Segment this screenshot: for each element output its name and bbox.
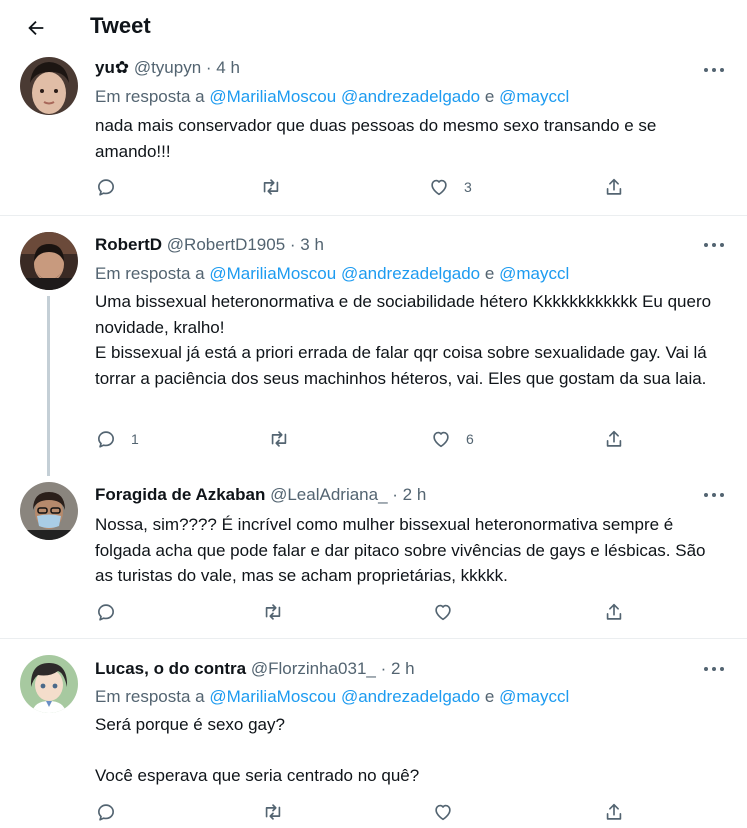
share-button[interactable]	[603, 427, 625, 451]
mention-link[interactable]: @mayccl	[499, 264, 569, 283]
share-icon	[606, 603, 622, 620]
like-button[interactable]	[432, 600, 468, 624]
tweet-time[interactable]: · 4 h	[206, 58, 240, 77]
avatar[interactable]	[20, 57, 78, 115]
author-name[interactable]: RobertD	[95, 235, 162, 254]
share-icon	[606, 178, 622, 195]
mention-link[interactable]: @MariliaMoscou	[209, 264, 336, 283]
more-button[interactable]	[702, 662, 726, 676]
author-handle[interactable]: @tyupyn	[134, 58, 201, 77]
avatar[interactable]	[20, 482, 78, 540]
reply-button[interactable]	[95, 800, 131, 824]
reply-button[interactable]	[95, 175, 131, 199]
like-button[interactable]	[432, 800, 468, 824]
author-name[interactable]: yu✿	[95, 58, 129, 77]
back-button[interactable]	[20, 12, 52, 44]
mention-link[interactable]: @andrezadelgado	[341, 264, 480, 283]
heart-icon	[433, 431, 449, 448]
heart-icon	[435, 804, 451, 821]
author-handle[interactable]: @LealAdriana_	[270, 485, 387, 504]
tweet-actions	[0, 800, 747, 824]
more-icon	[704, 68, 708, 72]
top-bar: Tweet	[0, 0, 747, 54]
retweet-icon	[265, 604, 281, 620]
reply-context: Em resposta a @MariliaMoscou @andrezadel…	[95, 87, 570, 106]
reply-button[interactable]: 1	[95, 427, 139, 451]
retweet-button[interactable]	[262, 600, 298, 624]
tweet-header: Foragida de Azkaban @LealAdriana_ · 2 h	[95, 485, 426, 505]
avatar[interactable]	[20, 655, 78, 713]
reply-icon	[98, 179, 114, 196]
more-button[interactable]	[702, 488, 726, 502]
retweet-button[interactable]	[260, 175, 296, 199]
divider	[0, 215, 747, 216]
tweet-header: Lucas, o do contra @Florzinha031_ · 2 h	[95, 659, 415, 679]
mention-link[interactable]: @MariliaMoscou	[209, 687, 336, 706]
author-name[interactable]: Foragida de Azkaban	[95, 485, 265, 504]
more-icon	[704, 493, 708, 497]
page-title: Tweet	[90, 13, 151, 38]
mention-link[interactable]: @andrezadelgado	[341, 687, 480, 706]
reply-button[interactable]	[95, 600, 131, 624]
reply-count: 1	[131, 431, 139, 447]
more-button[interactable]	[702, 63, 726, 77]
tweet-header: RobertD @RobertD1905 · 3 h	[95, 235, 324, 255]
mention-link[interactable]: @MariliaMoscou	[209, 87, 336, 106]
heart-icon	[431, 179, 447, 196]
mention-link[interactable]: @mayccl	[499, 87, 569, 106]
share-icon	[606, 430, 622, 447]
like-count: 6	[466, 431, 474, 447]
tweet-text: Será porque é sexo gay? Você esperava qu…	[95, 715, 420, 785]
retweet-button[interactable]	[262, 800, 298, 824]
like-button[interactable]: 6	[430, 427, 474, 451]
tweet-text: Nossa, sim???? É incrível como mulher bi…	[95, 515, 711, 585]
retweet-icon	[263, 179, 279, 195]
arrow-left-icon	[28, 20, 44, 36]
tweet-header: yu✿ @tyupyn · 4 h	[95, 58, 240, 78]
avatar[interactable]	[20, 232, 78, 290]
mention-link[interactable]: @andrezadelgado	[341, 87, 480, 106]
share-icon	[606, 803, 622, 820]
more-icon	[704, 667, 708, 671]
reply-icon	[98, 431, 114, 448]
tweet-time[interactable]: · 2 h	[381, 659, 415, 678]
reply-context: Em resposta a @MariliaMoscou @andrezadel…	[95, 687, 570, 706]
share-button[interactable]	[603, 600, 625, 624]
share-button[interactable]	[603, 800, 625, 824]
tweet-actions	[0, 600, 747, 624]
like-button[interactable]: 3	[428, 175, 472, 199]
retweet-button[interactable]	[268, 427, 304, 451]
tweet-time[interactable]: · 3 h	[290, 235, 324, 254]
retweet-icon	[271, 431, 287, 447]
author-name[interactable]: Lucas, o do contra	[95, 659, 246, 678]
reply-context: Em resposta a @MariliaMoscou @andrezadel…	[95, 264, 570, 283]
mention-link[interactable]: @mayccl	[499, 687, 569, 706]
more-button[interactable]	[702, 238, 726, 252]
like-count: 3	[464, 179, 472, 195]
heart-icon	[435, 604, 451, 621]
author-handle[interactable]: @Florzinha031_	[251, 659, 376, 678]
reply-icon	[98, 604, 114, 621]
author-handle[interactable]: @RobertD1905	[167, 235, 285, 254]
divider	[0, 638, 747, 639]
retweet-icon	[265, 804, 281, 820]
reply-icon	[98, 804, 114, 821]
tweet-text: nada mais conservador que duas pessoas d…	[95, 116, 662, 161]
tweet-actions: 1 6	[0, 427, 747, 451]
tweet-time[interactable]: · 2 h	[392, 485, 426, 504]
tweet-text: Uma bissexual heteronormativa e de socia…	[95, 292, 712, 388]
share-button[interactable]	[603, 175, 625, 199]
tweet-actions: 3	[0, 175, 747, 199]
more-icon	[704, 243, 708, 247]
